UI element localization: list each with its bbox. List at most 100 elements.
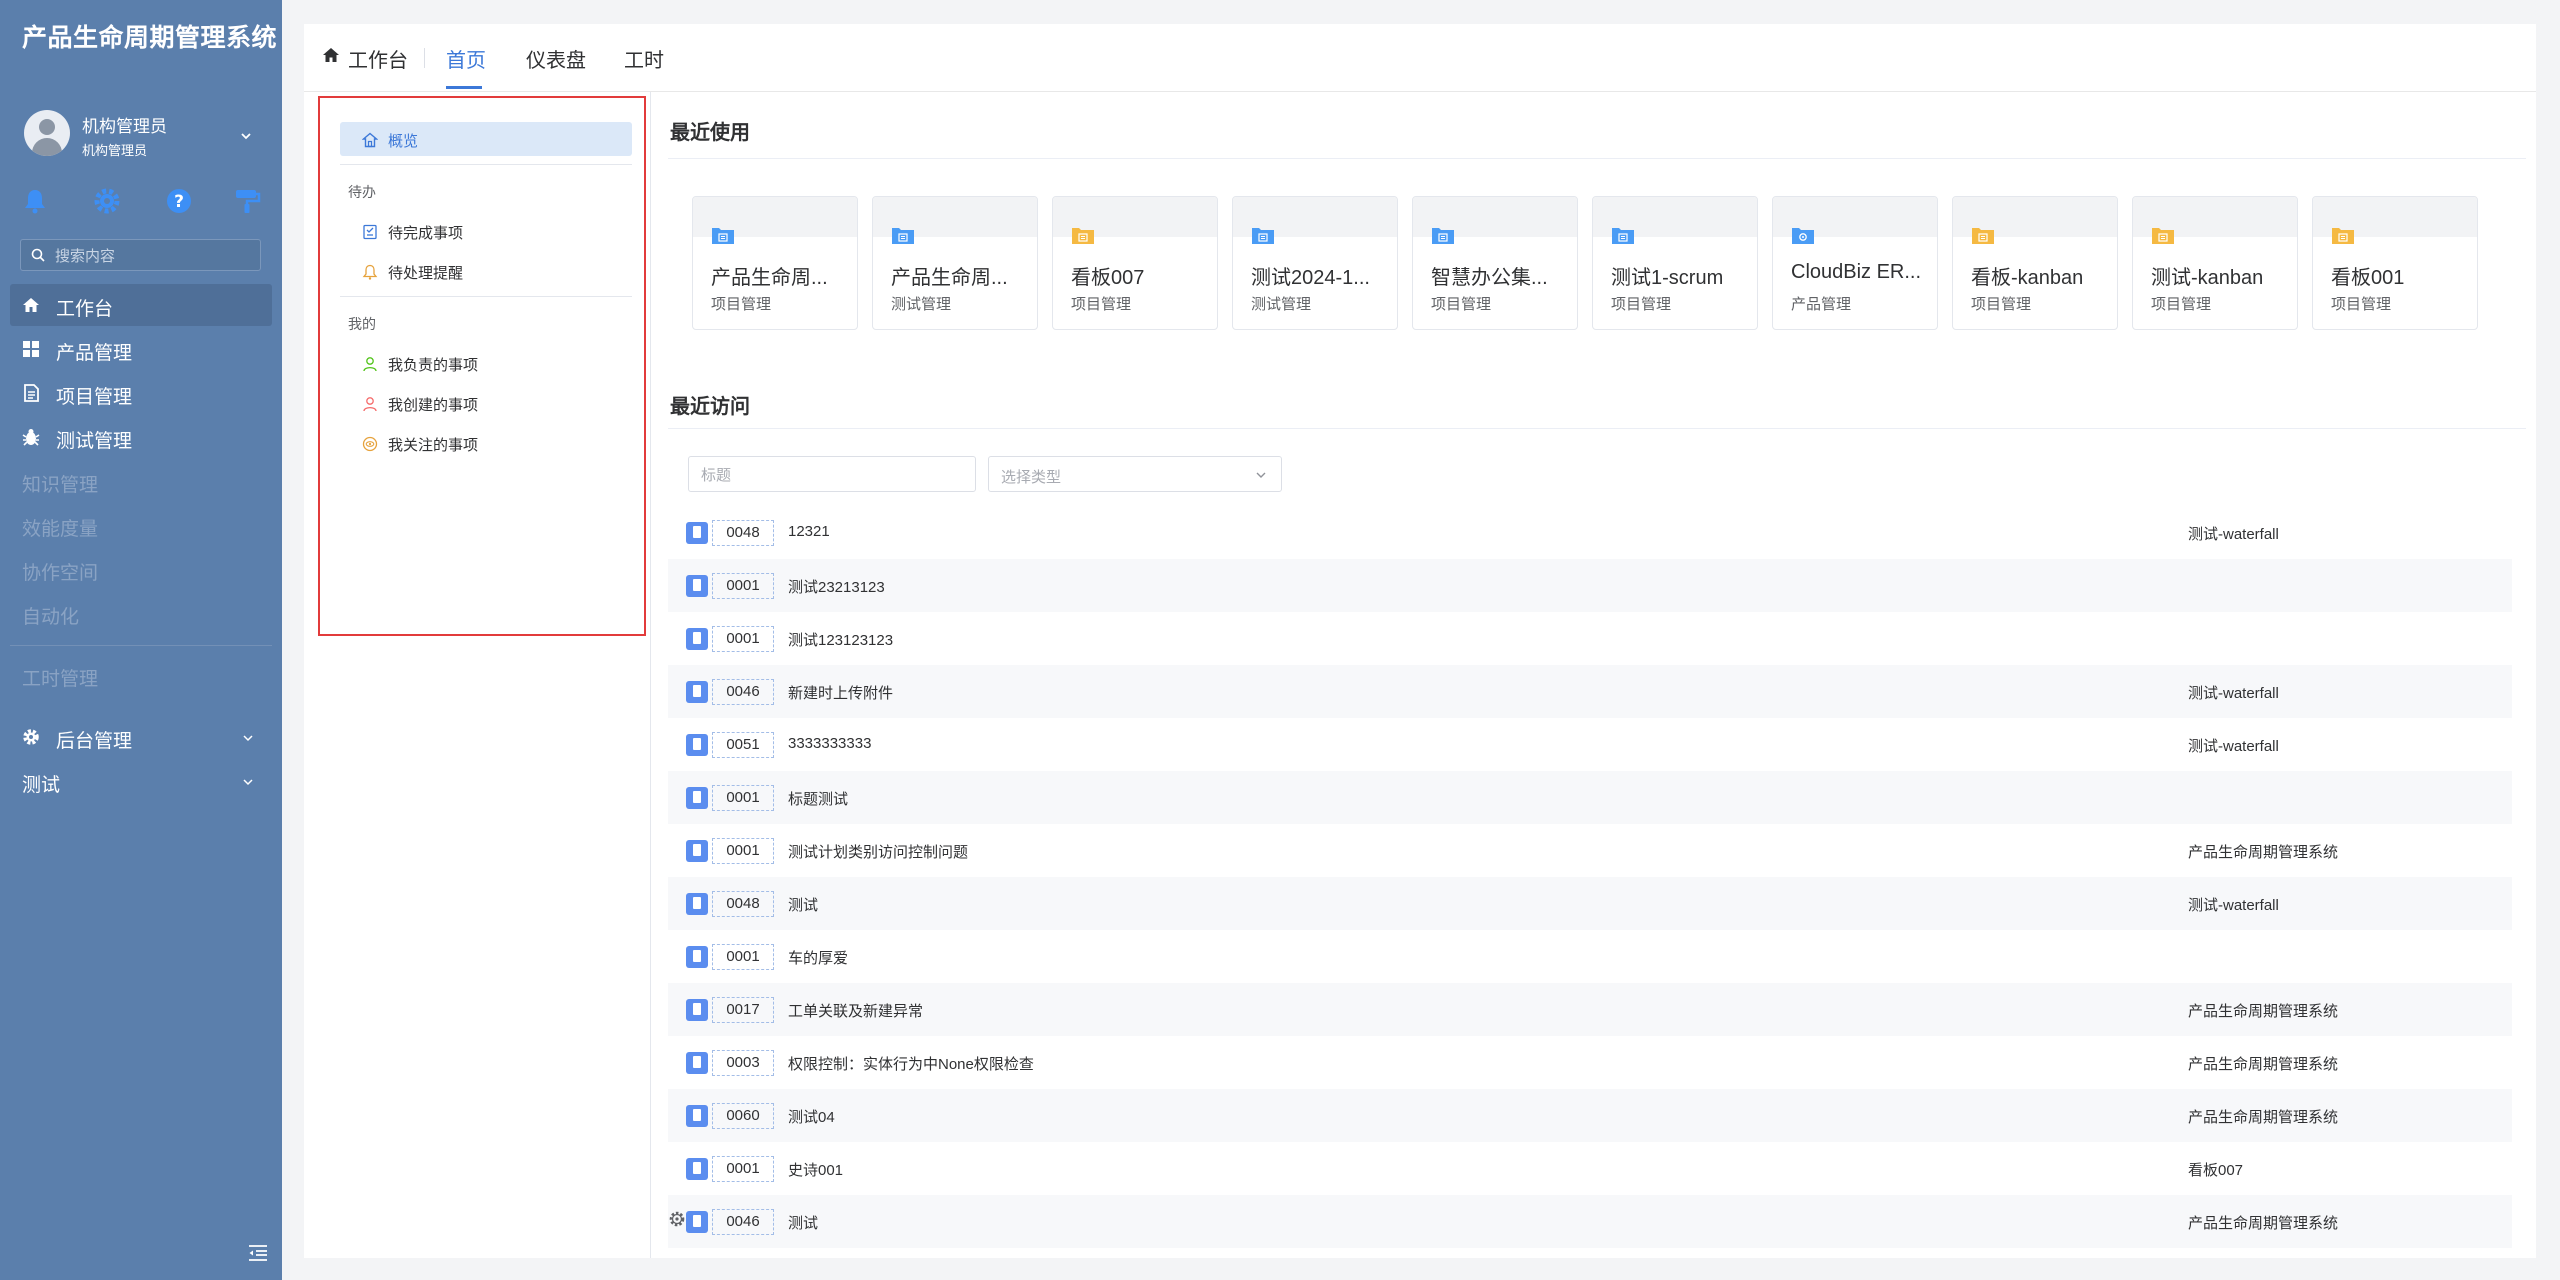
list-item[interactable]: 0001 标题测试 (668, 771, 2512, 824)
item-title[interactable]: 工单关联及新建异常 (788, 1000, 923, 1021)
item-title[interactable]: 史诗001 (788, 1159, 843, 1180)
item-title[interactable]: 测试计划类别访问控制问题 (788, 841, 968, 862)
help-icon[interactable]: ? (164, 186, 194, 216)
sidebar-item-label: 工时管理 (22, 669, 99, 690)
item-title[interactable]: 测试23213123 (788, 576, 885, 597)
item-title[interactable]: 新建时上传附件 (788, 682, 893, 703)
gear-icon[interactable] (92, 186, 122, 216)
list-item[interactable]: 0046 测试 产品生命周期管理系统 (668, 1195, 2512, 1248)
item-id: 0048 (712, 891, 774, 917)
item-title[interactable]: 3333333333 (788, 735, 871, 752)
list-item[interactable]: 0001 史诗001 看板007 (668, 1142, 2512, 1195)
recent-card[interactable]: CloudBiz ER... 产品管理 (1772, 196, 1938, 330)
panel-item-overview[interactable]: 概览 (340, 122, 632, 156)
list-item[interactable]: 0001 测试计划类别访问控制问题 产品生命周期管理系统 (668, 824, 2512, 877)
sidebar-item-knowledge[interactable]: 知识管理 (10, 460, 272, 502)
panel-item-label: 我关注的事项 (388, 437, 479, 454)
card-type: 项目管理 (711, 296, 772, 313)
type-select[interactable]: 选择类型 (988, 456, 1282, 492)
sidebar-item-timesheet[interactable]: 工时管理 (10, 654, 272, 696)
item-id: 0048 (712, 520, 774, 546)
item-title[interactable]: 标题测试 (788, 788, 848, 809)
gear-icon (23, 729, 39, 745)
eye-circle-icon (362, 436, 378, 452)
svg-text:?: ? (174, 192, 184, 212)
user-name: 机构管理员 (82, 117, 167, 136)
list-item[interactable]: 0051 3333333333 测试-waterfall (668, 718, 2512, 771)
recent-card[interactable]: 看板007 项目管理 (1052, 196, 1218, 330)
sidebar-item-project[interactable]: 项目管理 (10, 372, 272, 414)
item-title[interactable]: 12321 (788, 523, 830, 540)
checklist-icon (363, 224, 377, 240)
panel-item-created[interactable]: 我创建的事项 (340, 386, 632, 420)
collapse-menu-icon[interactable] (248, 1244, 268, 1262)
list-item[interactable]: 0060 测试04 产品生命周期管理系统 (668, 1089, 2512, 1142)
recent-card[interactable]: 测试2024-1... 测试管理 (1232, 196, 1398, 330)
title-filter-input[interactable] (701, 465, 961, 485)
chevron-down-icon (1256, 472, 1266, 478)
sidebar-item-automation[interactable]: 自动化 (10, 592, 272, 634)
list-item[interactable]: 0048 12321 测试-waterfall (668, 506, 2512, 559)
paint-roller-icon[interactable] (232, 186, 262, 216)
panel-item-todo-pending[interactable]: 待完成事项 (340, 214, 632, 248)
sidebar-item-label: 测试管理 (56, 431, 133, 452)
item-title[interactable]: 测试 (788, 894, 818, 915)
sidebar-item-efficiency[interactable]: 效能度量 (10, 504, 272, 546)
tab-label: 工作台 (348, 50, 408, 72)
recent-card[interactable]: 智慧办公集... 项目管理 (1412, 196, 1578, 330)
tab-dashboard[interactable]: 仪表盘 (526, 44, 586, 73)
task-icon (686, 628, 708, 650)
sidebar-item-product[interactable]: 产品管理 (10, 328, 272, 370)
list-item[interactable]: 0048 测试 测试-waterfall (668, 877, 2512, 930)
card-type: 测试管理 (891, 296, 952, 313)
search-input[interactable] (55, 245, 251, 267)
list-item[interactable]: 0046 新建时上传附件 测试-waterfall (668, 665, 2512, 718)
home-icon (23, 298, 39, 312)
list-item[interactable]: 0001 测试23213123 (668, 559, 2512, 612)
task-icon (686, 1052, 708, 1074)
card-title: 看板-kanban (1971, 267, 2084, 289)
item-id: 0001 (712, 626, 774, 652)
quick-icons: ? (20, 186, 262, 216)
sidebar-item-test[interactable]: 测试管理 (10, 416, 272, 458)
tab-home[interactable]: 首页 (446, 44, 486, 73)
card-type: 项目管理 (2151, 296, 2212, 313)
task-icon (686, 1105, 708, 1127)
bell-icon[interactable] (20, 186, 50, 216)
recent-card[interactable]: 测试1-scrum 项目管理 (1592, 196, 1758, 330)
user-menu[interactable]: 机构管理员 机构管理员 (24, 108, 260, 158)
tab-timesheet[interactable]: 工时 (624, 44, 664, 73)
sidebar-item-testing[interactable]: 测试 (10, 760, 272, 802)
sidebar-item-collab[interactable]: 协作空间 (10, 548, 272, 590)
bug-icon (22, 429, 40, 446)
item-title[interactable]: 权限控制：实体行为中None权限检查 (788, 1053, 1034, 1074)
settings-gear-icon[interactable] (668, 1210, 686, 1228)
item-title[interactable]: 测试04 (788, 1106, 835, 1127)
list-item[interactable]: 0017 工单关联及新建异常 产品生命周期管理系统 (668, 983, 2512, 1036)
item-title[interactable]: 测试123123123 (788, 629, 893, 650)
item-id: 0001 (712, 1156, 774, 1182)
recent-card[interactable]: 看板-kanban 项目管理 (1952, 196, 2118, 330)
chevron-down-icon[interactable] (240, 130, 252, 142)
section-divider (668, 158, 2526, 159)
chevron-down-icon (243, 735, 253, 742)
avatar (24, 110, 70, 156)
recent-card[interactable]: 看板001 项目管理 (2312, 196, 2478, 330)
sidebar-item-admin[interactable]: 后台管理 (10, 716, 272, 758)
panel-item-assigned[interactable]: 我负责的事项 (340, 346, 632, 380)
panel-splitter[interactable] (650, 92, 651, 1258)
recent-card[interactable]: 产品生命周... 项目管理 (692, 196, 858, 330)
item-title[interactable]: 测试 (788, 1212, 818, 1233)
sidebar-item-workbench[interactable]: 工作台 (10, 284, 272, 326)
item-project: 产品生命周期管理系统 (2188, 1056, 2339, 1073)
recent-card[interactable]: 测试-kanban 项目管理 (2132, 196, 2298, 330)
card-type: 项目管理 (1971, 296, 2032, 313)
item-title[interactable]: 车的厚爱 (788, 947, 848, 968)
list-item[interactable]: 0003 权限控制：实体行为中None权限检查 产品生命周期管理系统 (668, 1036, 2512, 1089)
panel-item-followed[interactable]: 我关注的事项 (340, 426, 632, 460)
list-item[interactable]: 0001 测试123123123 (668, 612, 2512, 665)
panel-item-todo-reminders[interactable]: 待处理提醒 (340, 254, 632, 288)
card-title: 产品生命周... (711, 267, 828, 289)
recent-card[interactable]: 产品生命周... 测试管理 (872, 196, 1038, 330)
list-item[interactable]: 0001 车的厚爱 (668, 930, 2512, 983)
